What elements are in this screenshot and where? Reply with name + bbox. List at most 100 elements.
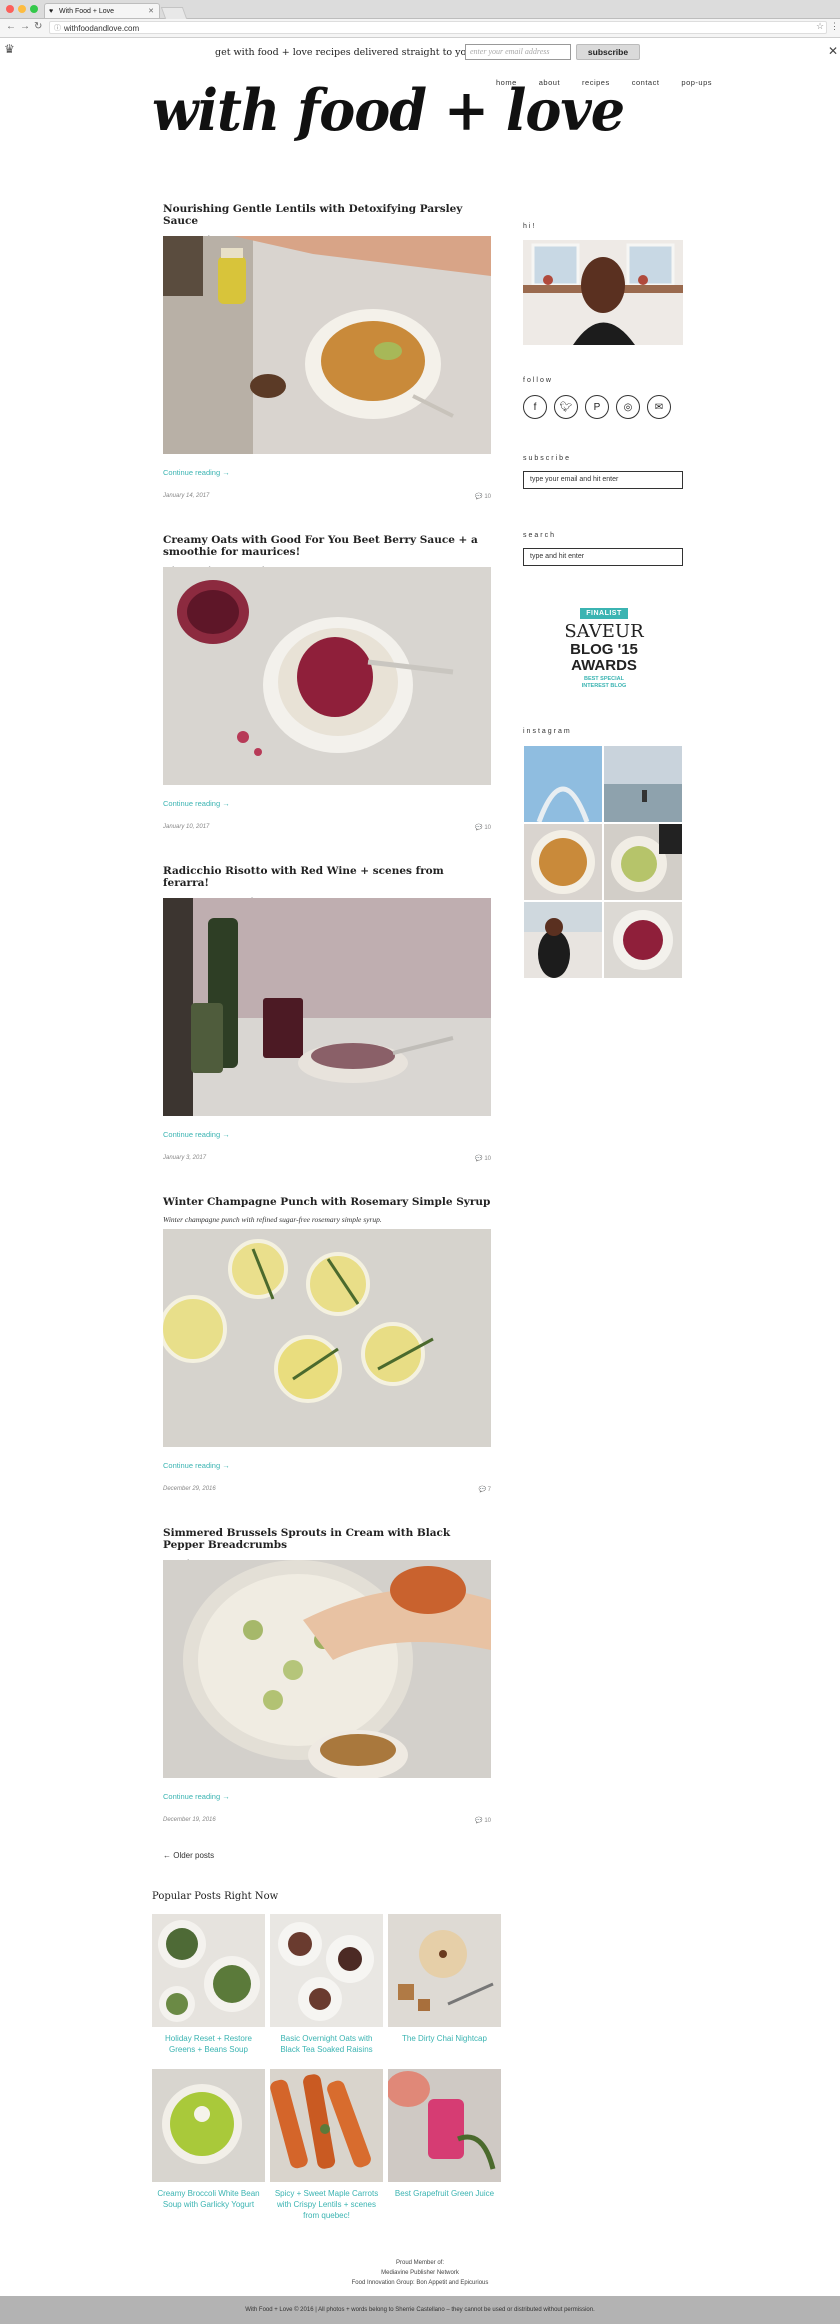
signup-bar: ♛ get with food + love recipes delivered… (0, 38, 840, 66)
popular-post-image[interactable] (152, 1914, 265, 2027)
footer-member-group[interactable]: Food Innovation Group: Bon Appetit and E… (0, 2278, 840, 2288)
comment-count[interactable]: 💬 10 (475, 493, 491, 500)
instagram-photo[interactable] (604, 824, 682, 900)
address-bar[interactable]: ⓘ withfoodandlove.com (49, 21, 827, 34)
nav-item-contact[interactable]: contact (632, 78, 660, 87)
post-image[interactable] (163, 236, 491, 454)
popular-post[interactable]: Creamy Broccoli White Bean Soup with Gar… (152, 2069, 265, 2210)
page-info-icon: ⓘ (54, 25, 61, 32)
popular-post-image[interactable] (270, 1914, 383, 2027)
continue-reading-link[interactable]: Continue reading → (163, 468, 230, 477)
popular-post[interactable]: The Dirty Chai Nightcap (388, 1914, 501, 2044)
continue-reading-link[interactable]: Continue reading → (163, 1792, 230, 1801)
footer-membership: Proud Member of: Mediavine Publisher Net… (0, 2258, 840, 2288)
post-image[interactable] (163, 567, 491, 785)
popular-post[interactable]: Best Grapefruit Green Juice (388, 2069, 501, 2199)
popular-post[interactable]: Holiday Reset + Restore Greens + Beans S… (152, 1914, 265, 2055)
popular-post-title[interactable]: The Dirty Chai Nightcap (388, 2033, 501, 2044)
continue-reading-link[interactable]: Continue reading → (163, 799, 230, 808)
close-window-button[interactable] (6, 5, 14, 13)
footer-member-network[interactable]: Mediavine Publisher Network (0, 2268, 840, 2278)
instagram-photo[interactable] (604, 746, 682, 822)
popular-posts-heading: Popular Posts Right Now (152, 1891, 279, 1902)
facebook-icon[interactable]: f (523, 395, 547, 419)
post-date: January 14, 2017 (163, 493, 210, 499)
post-date: December 29, 2016 (163, 1486, 216, 1492)
pinterest-icon[interactable]: P (585, 395, 609, 419)
post-image[interactable] (163, 1560, 491, 1778)
post-image[interactable] (163, 898, 491, 1116)
saveur-award-badge[interactable]: FINALIST SAVEUR BLOG '15 AWARDS BEST SPE… (560, 602, 648, 694)
popular-post-image[interactable] (270, 2069, 383, 2182)
signup-subscribe-button[interactable]: subscribe (576, 44, 640, 60)
instagram-photo[interactable] (524, 902, 602, 978)
sidebar-heading-search: search (523, 532, 557, 539)
award-line-5: INTEREST BLOG (581, 683, 627, 689)
comment-count-value: 7 (487, 1487, 491, 1493)
popular-post-image[interactable] (388, 2069, 501, 2182)
instagram-photo[interactable] (524, 824, 602, 900)
nav-item-recipes[interactable]: recipes (582, 78, 610, 87)
post-title[interactable]: Winter Champagne Punch with Rosemary Sim… (163, 1196, 491, 1208)
browser-menu-icon[interactable]: ⋮ (830, 21, 839, 32)
url-text: withfoodandlove.com (64, 24, 140, 33)
back-icon[interactable]: ← (6, 21, 16, 32)
forward-icon[interactable]: → (20, 21, 30, 32)
comment-count[interactable]: 💬 10 (475, 1817, 491, 1824)
post: Winter Champagne Punch with Rosemary Sim… (163, 1196, 491, 1493)
comment-count-value: 10 (484, 1818, 491, 1824)
award-line-4: BEST SPECIAL (583, 676, 625, 682)
tab-title: With Food + Love (59, 8, 115, 15)
popular-post[interactable]: Spicy + Sweet Maple Carrots with Crispy … (270, 2069, 383, 2221)
minimize-window-button[interactable] (18, 5, 26, 13)
popular-post-title[interactable]: Basic Overnight Oats with Black Tea Soak… (270, 2033, 383, 2055)
close-icon[interactable]: ✕ (828, 44, 838, 58)
post-title[interactable]: Nourishing Gentle Lentils with Detoxifyi… (163, 203, 491, 227)
instagram-photo[interactable] (604, 902, 682, 978)
comment-count-value: 10 (484, 825, 491, 831)
sidebar-heading-subscribe: subscribe (523, 455, 571, 462)
post-title[interactable]: Creamy Oats with Good For You Beet Berry… (163, 534, 491, 558)
comment-count[interactable]: 💬 7 (479, 1486, 491, 1493)
popular-post-image[interactable] (388, 1914, 501, 2027)
reload-icon[interactable]: ↻ (34, 21, 42, 32)
popular-post-title[interactable]: Spicy + Sweet Maple Carrots with Crispy … (270, 2188, 383, 2221)
instagram-icon[interactable]: ◎ (616, 395, 640, 419)
post-date: December 19, 2016 (163, 1817, 216, 1823)
bookmark-star-icon[interactable]: ☆ (816, 21, 824, 32)
post-title[interactable]: Radicchio Risotto with Red Wine + scenes… (163, 865, 491, 889)
nav-item-home[interactable]: home (496, 78, 517, 87)
new-tab-button[interactable] (160, 7, 188, 19)
nav-item-about[interactable]: about (539, 78, 560, 87)
signup-email-input[interactable]: enter your email address (465, 44, 571, 60)
footer-copyright: With Food + Love © 2016 | All photos + w… (0, 2296, 840, 2324)
popular-post[interactable]: Basic Overnight Oats with Black Tea Soak… (270, 1914, 383, 2055)
nav-item-pop-ups[interactable]: pop-ups (681, 78, 712, 87)
comment-count[interactable]: 💬 10 (475, 824, 491, 831)
comment-icon: 💬 (475, 494, 485, 500)
sidebar-search-input[interactable]: type and hit enter (523, 548, 683, 566)
post-title[interactable]: Simmered Brussels Sprouts in Cream with … (163, 1527, 491, 1551)
popular-post-title[interactable]: Creamy Broccoli White Bean Soup with Gar… (152, 2188, 265, 2210)
continue-reading-link[interactable]: Continue reading → (163, 1461, 230, 1470)
older-posts-link[interactable]: ← Older posts (163, 1851, 214, 1860)
browser-tab[interactable]: ♥ With Food + Love ✕ (44, 3, 160, 18)
maximize-window-button[interactable] (30, 5, 38, 13)
comment-icon: 💬 (478, 1487, 488, 1493)
sidebar-subscribe-input[interactable]: type your email and hit enter (523, 471, 683, 489)
heart-icon: ♥ (49, 8, 54, 15)
email-icon[interactable]: ✉ (647, 395, 671, 419)
post-image[interactable] (163, 1229, 491, 1447)
instagram-photo[interactable] (524, 746, 602, 822)
twitter-icon[interactable]: 🐦︎ (554, 395, 578, 419)
social-links: f 🐦︎ P ◎ ✉ (523, 395, 671, 419)
close-tab-icon[interactable]: ✕ (148, 4, 154, 19)
continue-reading-link[interactable]: Continue reading → (163, 1130, 230, 1139)
popular-post-image[interactable] (152, 2069, 265, 2182)
popular-post-title[interactable]: Holiday Reset + Restore Greens + Beans S… (152, 2033, 265, 2055)
crown-icon[interactable]: ♛ (4, 42, 15, 56)
author-photo[interactable] (523, 240, 683, 345)
popular-post-title[interactable]: Best Grapefruit Green Juice (388, 2188, 501, 2199)
post: Simmered Brussels Sprouts in Cream with … (163, 1527, 491, 1824)
comment-count[interactable]: 💬 10 (475, 1155, 491, 1162)
